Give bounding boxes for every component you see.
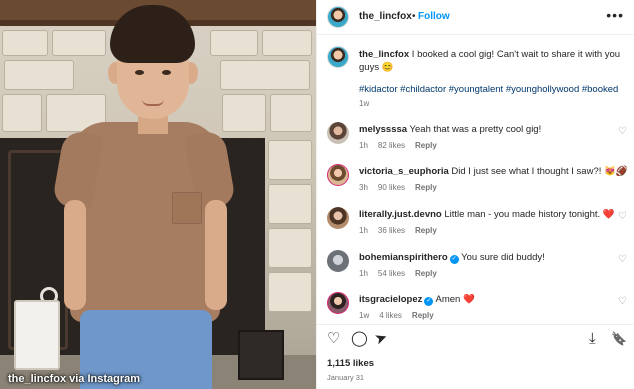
download-icon[interactable]: ⤓ [589,331,596,347]
post-photo[interactable]: the_lincfox via Instagram [0,0,316,389]
comment-likes[interactable]: 54 likes [378,269,405,278]
comment-item: itsgracielopez ✓ Amen ❤️ 1w 4 likes Reply ♡ [327,292,627,332]
author-avatar[interactable] [327,6,349,28]
reply-button[interactable]: Reply [412,311,434,320]
comment-time[interactable]: 1h [359,269,368,278]
commenter-avatar[interactable] [327,292,349,314]
commenter-avatar[interactable] [327,250,349,272]
actions-divider [317,324,634,325]
boy-arm [205,200,227,310]
reply-button[interactable]: Reply [415,226,437,235]
verified-badge-icon: ✓ [424,297,434,306]
save-icon[interactable]: 🔖 [611,331,627,347]
comment-likes[interactable]: 4 likes [379,311,402,320]
comment-item: melyssssa Yeah that was a pretty cool gi… [327,122,627,162]
caption: the_lincfox I booked a cool gig! Can't w… [359,48,621,74]
caption-time[interactable]: 1w [359,99,369,108]
stone [2,30,48,56]
comment-text: Did I just see what I thought I saw?! 😻🏈 [451,166,628,177]
stone [4,60,74,90]
post-panel: the_lincfox • Follow ••• the_lincfox I b… [316,0,634,389]
comment-text: Little man - you made history tonight. ❤… [444,209,615,220]
commenter-avatar[interactable] [327,164,349,186]
comment-like-icon[interactable]: ♡ [618,254,627,265]
commenter-username[interactable]: victoria_s_euphoria [359,166,449,177]
stone [52,30,106,56]
boy-smile [142,99,164,106]
stone [268,228,312,268]
commenter-username[interactable]: itsgracielopez [359,294,422,305]
stone [262,30,312,56]
stone [268,184,312,224]
black-lantern [238,330,284,380]
comment-item: victoria_s_euphoria Did I just see what … [327,164,628,204]
comment-time[interactable]: 1h [359,141,368,150]
caption-avatar[interactable] [327,46,349,68]
comment-item: bohemianspirithero ✓ You sure did buddy! … [327,250,627,290]
shirt-pocket [172,192,202,224]
photo-credit: the_lincfox via Instagram [8,373,141,385]
reply-button[interactable]: Reply [415,269,437,278]
comment-like-icon[interactable]: ♡ [618,168,627,179]
comment-icon[interactable]: ◯ [351,331,368,347]
stone [222,94,266,132]
action-bar: ♡ ◯ ➤ ⤓ 🔖 [327,328,627,351]
caption-hashtags[interactable]: #kidactor #childactor #youngtalent #youn… [359,84,618,95]
boy-arm [64,200,86,310]
comment-text: Yeah that was a pretty cool gig! [409,124,542,135]
comment-time[interactable]: 3h [359,183,368,192]
boy-eye [162,70,171,75]
follow-button[interactable]: Follow [418,11,450,22]
stone [2,94,42,132]
comment-time[interactable]: 1w [359,311,369,320]
post-date[interactable]: January 31 [327,373,364,382]
comment-text: Amen ❤️ [435,294,475,305]
caption-username[interactable]: the_lincfox [359,49,409,60]
header-divider [317,34,634,35]
stone [270,94,312,132]
reply-button[interactable]: Reply [415,183,437,192]
like-icon[interactable]: ♡ [327,331,340,347]
comment-likes[interactable]: 90 likes [378,183,405,192]
comment-likes[interactable]: 36 likes [378,226,405,235]
commenter-username[interactable]: bohemianspirithero [359,252,448,263]
more-options-icon[interactable]: ••• [606,7,624,23]
commenter-username[interactable]: literally.just.devno [359,209,442,220]
comment-time[interactable]: 1h [359,226,368,235]
comment-likes[interactable]: 82 likes [378,141,405,150]
comment-like-icon[interactable]: ♡ [618,126,627,137]
stone [268,140,312,180]
commenter-username[interactable]: melyssssa [359,124,407,135]
white-lantern [14,300,60,370]
comment-item: literally.just.devno Little man - you ma… [327,207,627,247]
separator-dot: • [412,11,416,22]
comment-like-icon[interactable]: ♡ [618,211,627,222]
comment-text: You sure did buddy! [461,252,545,263]
stone [220,60,310,90]
stone [210,30,258,56]
stone [268,272,312,312]
author-username[interactable]: the_lincfox [359,11,412,22]
share-icon[interactable]: ➤ [372,328,390,348]
reply-button[interactable]: Reply [415,141,437,150]
boy-eye [135,70,144,75]
comment-like-icon[interactable]: ♡ [618,296,627,307]
verified-badge-icon: ✓ [449,255,459,264]
commenter-avatar[interactable] [327,122,349,144]
likes-count[interactable]: 1,115 likes [327,358,374,369]
commenter-avatar[interactable] [327,207,349,229]
